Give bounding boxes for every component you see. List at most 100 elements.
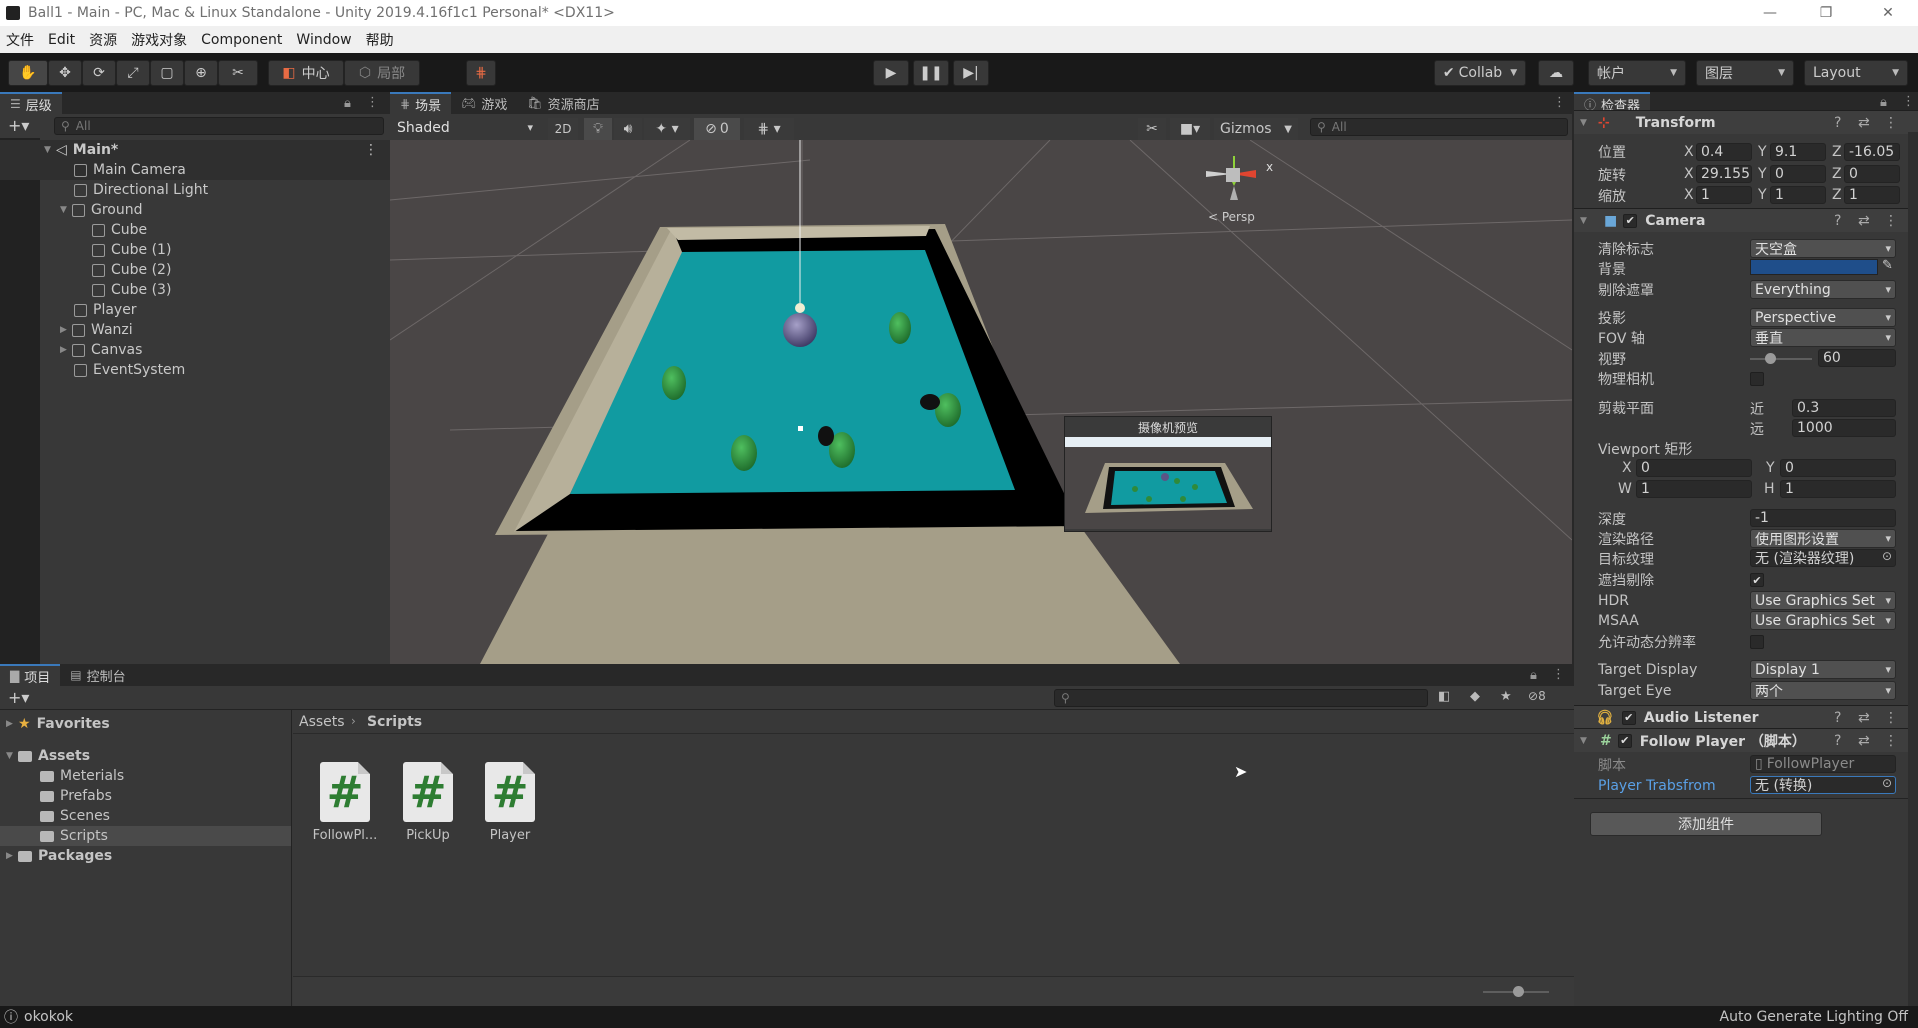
hierarchy-item-ground[interactable]: ▼ Ground [0, 200, 390, 220]
hierarchy-search-input[interactable]: ⚲ All [54, 117, 384, 135]
pivot-center-toggle[interactable]: ◧ 中心 [268, 60, 344, 86]
shading-mode-dropdown[interactable]: Shaded [392, 118, 538, 137]
favorite-star-icon[interactable]: ★ [1500, 689, 1512, 704]
pause-button[interactable]: ❚❚ [913, 60, 949, 86]
tab-project[interactable]: ▇ 项目 [0, 664, 61, 686]
hierarchy-item-cube-1[interactable]: Cube (1) [0, 240, 390, 260]
cloud-icon[interactable]: ☁ [1538, 60, 1574, 86]
fov-slider-track[interactable] [1750, 358, 1812, 360]
follow-player-header[interactable]: ▼ # ✔ Follow Player （脚本） ? ⇄ ⋮ [1574, 728, 1918, 752]
viewport-h-field[interactable]: 1 [1780, 480, 1896, 498]
layout-dropdown[interactable]: Layout ▼ [1804, 60, 1908, 86]
gizmos-dropdown[interactable]: Gizmos ▼ [1214, 118, 1298, 140]
2d-toggle[interactable]: 2D [548, 118, 578, 140]
inspector-menu-icon[interactable]: ⋮ [1902, 94, 1915, 109]
scale-z-field[interactable]: 1 [1844, 186, 1900, 204]
help-icon[interactable]: ? [1834, 710, 1841, 726]
eyedropper-icon[interactable]: ✎ [1882, 258, 1893, 273]
viewport-x-field[interactable]: 0 [1636, 459, 1752, 477]
effects-toggle-icon[interactable]: ✦ ▾ [644, 118, 690, 140]
msaa-dropdown[interactable]: Use Graphics Set [1750, 611, 1896, 630]
move-tool-icon[interactable]: ✥ [48, 60, 82, 86]
viewport-y-field[interactable]: 0 [1780, 459, 1896, 477]
menu-component[interactable]: Component [201, 32, 282, 48]
inspector-scrollbar[interactable] [1908, 132, 1918, 1006]
tab-hierarchy[interactable]: ☰ 层级 [0, 92, 62, 114]
breadcrumb-scripts[interactable]: Scripts [367, 714, 422, 730]
collapse-arrow-icon[interactable]: ▶ [6, 851, 18, 861]
filter-label-icon[interactable]: ◆ [1470, 689, 1480, 704]
menu-assets[interactable]: 资源 [89, 30, 117, 50]
scene-menu-icon[interactable]: ⋮ [364, 142, 378, 158]
expand-arrow-icon[interactable]: ▼ [44, 145, 56, 155]
rotation-z-field[interactable]: 0 [1844, 165, 1900, 183]
scene-root-row[interactable]: ▼ ◁ Main* ⋮ [0, 140, 390, 160]
assets-row[interactable]: ▼ Assets [6, 746, 90, 766]
help-icon[interactable]: ? [1834, 115, 1841, 131]
collab-button[interactable]: ✔ Collab ▼ [1434, 60, 1526, 86]
lock-icon[interactable]: 🔒︎ [344, 96, 351, 111]
hierarchy-item-cube[interactable]: Cube [0, 220, 390, 240]
tab-asset-store[interactable]: 🛍︎ 资源商店 [517, 92, 610, 114]
viewport-w-field[interactable]: 1 [1636, 480, 1752, 498]
scene-viewport[interactable]: y x < Persp 🔒︎ 摄像机预览 [390, 140, 1572, 664]
step-button[interactable]: ▶| [953, 60, 989, 86]
hierarchy-item-cube-2[interactable]: Cube (2) [0, 260, 390, 280]
help-icon[interactable]: ? [1834, 733, 1841, 749]
camera-enabled-checkbox[interactable]: ✔ [1623, 213, 1638, 228]
scale-x-field[interactable]: 1 [1696, 186, 1752, 204]
close-button[interactable]: ✕ [1860, 0, 1916, 26]
create-plus-icon[interactable]: +▾ [8, 116, 29, 135]
account-dropdown[interactable]: 帐户 ▼ [1588, 60, 1686, 86]
follow-player-checkbox[interactable]: ✔ [1617, 733, 1632, 748]
tools-icon[interactable]: ✂ [1138, 118, 1166, 140]
hierarchy-item-wanzi[interactable]: ▶ Wanzi [0, 320, 390, 340]
position-z-field[interactable]: -16.05 [1844, 143, 1900, 161]
camera-header[interactable]: ▼ ■ ✔ Camera ? ⇄ ⋮ [1574, 208, 1918, 232]
collapse-arrow-icon[interactable]: ▶ [60, 345, 72, 355]
collapse-arrow-icon[interactable]: ▶ [60, 325, 72, 335]
player-ball[interactable] [783, 313, 817, 347]
folder-meterials[interactable]: Meterials [40, 766, 124, 786]
position-y-field[interactable]: 9.1 [1770, 143, 1826, 161]
folder-scripts[interactable]: Scripts [40, 826, 108, 846]
object-picker-icon[interactable]: ⊙ [1882, 549, 1892, 563]
hierarchy-item-player[interactable]: Player [0, 300, 390, 320]
icon-size-slider-thumb[interactable] [1513, 986, 1524, 997]
hierarchy-item-eventsystem[interactable]: EventSystem [0, 360, 390, 380]
hdr-dropdown[interactable]: Use Graphics Set [1750, 591, 1896, 610]
menu-gameobject[interactable]: 游戏对象 [131, 30, 187, 50]
transform-header[interactable]: ▼ ⊹ Transform ? ⇄ ⋮ [1574, 110, 1918, 134]
scene-panel-menu-icon[interactable]: ⋮ [1553, 95, 1566, 110]
target-texture-field[interactable]: 无 (渲染器纹理) [1750, 549, 1896, 567]
persp-label[interactable]: < Persp [1208, 210, 1255, 224]
fold-arrow-icon[interactable]: ▼ [1580, 736, 1592, 746]
clear-flags-dropdown[interactable]: 天空盒 [1750, 239, 1896, 258]
camera-settings-icon[interactable]: ■▾ [1170, 118, 1210, 140]
projection-dropdown[interactable]: Perspective [1750, 308, 1896, 327]
rotation-x-field[interactable]: 29.155 [1696, 165, 1752, 183]
preset-icon[interactable]: ⇄ [1858, 115, 1870, 131]
object-picker-icon[interactable]: ⊙ [1882, 776, 1892, 790]
hidden-packages-toggle[interactable]: ⊘8 [1528, 689, 1546, 703]
project-lock-icon[interactable]: 🔒︎ [1530, 668, 1537, 683]
fov-field[interactable]: 60 [1818, 349, 1896, 367]
folder-prefabs[interactable]: Prefabs [40, 786, 112, 806]
minimize-button[interactable]: — [1742, 0, 1798, 26]
menu-file[interactable]: 文件 [6, 30, 34, 50]
expand-arrow-icon[interactable]: ▼ [60, 205, 72, 215]
favorites-row[interactable]: ▶ ★ Favorites [6, 714, 110, 734]
scale-tool-icon[interactable]: ⤢ [116, 60, 150, 86]
audio-listener-checkbox[interactable]: ✔ [1621, 710, 1636, 725]
depth-field[interactable]: -1 [1750, 509, 1896, 527]
layers-dropdown[interactable]: 图层 ▼ [1696, 60, 1794, 86]
rotate-tool-icon[interactable]: ⟳ [82, 60, 116, 86]
dynamic-resolution-checkbox[interactable] [1750, 635, 1764, 649]
hand-tool-icon[interactable]: ✋ [8, 60, 48, 86]
panel-menu-icon[interactable]: ⋮ [366, 95, 379, 110]
preset-icon[interactable]: ⇄ [1858, 733, 1870, 749]
hierarchy-item-main-camera[interactable]: Main Camera [0, 160, 390, 180]
grid-snap-icon[interactable]: ⋕ [466, 60, 496, 86]
near-clip-field[interactable]: 0.3 [1792, 399, 1896, 417]
player-transform-field[interactable]: 无 (转换) [1750, 776, 1896, 794]
